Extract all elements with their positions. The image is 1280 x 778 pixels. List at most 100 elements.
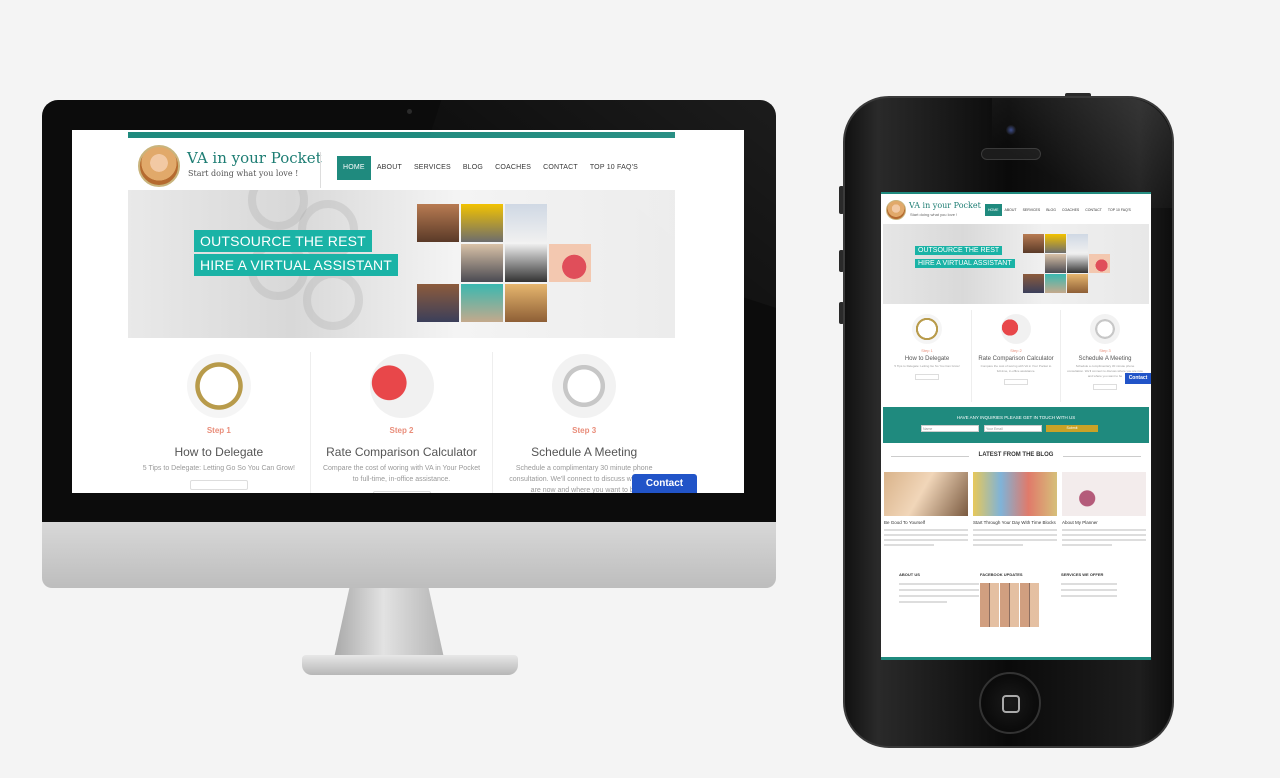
collage-photo: [461, 284, 503, 322]
nav-about[interactable]: ABOUT: [371, 156, 408, 180]
nav-faqs[interactable]: TOP 10 FAQ'S: [1105, 204, 1134, 216]
step-card-rate-calculator[interactable]: Step 2 Rate Comparison Calculator Compar…: [311, 352, 494, 493]
hero-banner: OUTSOURCE THE REST HIRE A VIRTUAL ASSIST…: [128, 190, 675, 338]
home-square-icon: [1002, 695, 1020, 713]
blog-post[interactable]: Be Good To Yourself: [884, 472, 968, 549]
photo-collage: [417, 204, 602, 324]
collage-photo: [1067, 254, 1088, 273]
footer-column-title: SERVICES WE OFFER: [1061, 572, 1104, 577]
step-title[interactable]: Schedule A Meeting: [493, 445, 675, 459]
photo-collage: [1023, 234, 1118, 299]
read-more-button[interactable]: [915, 374, 939, 380]
collage-photo: [1045, 234, 1066, 253]
site-tagline: Start doing what you love !: [910, 212, 958, 217]
step-card-schedule[interactable]: Step 3 Schedule A Meeting Schedule a com…: [493, 352, 675, 493]
step-card-delegate[interactable]: Step 1 How to Delegate 5 Tips to Delegat…: [883, 310, 972, 402]
monitor-chin: [42, 522, 776, 588]
blog-post-image[interactable]: [884, 472, 968, 516]
nav-blog[interactable]: BLOG: [457, 156, 489, 180]
nav-blog[interactable]: BLOG: [1043, 204, 1059, 216]
collage-photo: [461, 204, 503, 242]
nav-contact[interactable]: CONTACT: [537, 156, 584, 180]
collage-photo: [1023, 234, 1044, 253]
contact-tab-button[interactable]: Contact: [632, 474, 697, 493]
hero-background-shape: [303, 270, 363, 330]
collage-photo: [1089, 254, 1110, 273]
blog-post-excerpt: [884, 529, 968, 546]
site-tagline: Start doing what you love !: [188, 169, 299, 178]
divider: [1063, 456, 1141, 457]
step-title[interactable]: How to Delegate: [883, 356, 971, 362]
contact-tab-button[interactable]: Contact: [1125, 373, 1151, 384]
nav-about[interactable]: ABOUT: [1002, 204, 1020, 216]
read-more-button[interactable]: [1093, 384, 1117, 390]
inquiry-section: HAVE ANY INQUIRIES PLEASE GET IN TOUCH W…: [883, 407, 1149, 443]
blog-post-title[interactable]: Be Good To Yourself: [884, 520, 968, 525]
step-title[interactable]: Schedule A Meeting: [1061, 356, 1149, 362]
magnifier-icon: [912, 314, 942, 344]
collage-photo: [549, 244, 591, 282]
earpiece-speaker: [981, 148, 1041, 160]
bottom-accent-bar: [881, 657, 1151, 660]
monitor-stand-base: [302, 655, 518, 675]
footer-about: ABOUT US: [899, 572, 979, 603]
nav-services[interactable]: SERVICES: [1020, 204, 1044, 216]
desktop-screen: VA in your Pocket Start doing what you l…: [72, 130, 744, 493]
submit-button[interactable]: Submit: [1046, 425, 1098, 432]
hero-headline-2: HIRE A VIRTUAL ASSISTANT: [915, 259, 1015, 268]
step-title[interactable]: Rate Comparison Calculator: [311, 445, 493, 459]
inquiry-heading: HAVE ANY INQUIRIES PLEASE GET IN TOUCH W…: [956, 415, 1076, 420]
blog-post-image[interactable]: [1062, 472, 1146, 516]
header-divider: [320, 152, 321, 188]
blog-post-image[interactable]: [973, 472, 1057, 516]
monitor-stand: [334, 588, 444, 658]
read-more-button[interactable]: [189, 480, 248, 490]
step-card-rate-calculator[interactable]: Step 2 Rate Comparison Calculator Compar…: [972, 310, 1061, 402]
phone-mockup: VA in your Pocket Start doing what you l…: [843, 96, 1174, 748]
collage-photo: [1045, 274, 1066, 293]
email-field[interactable]: Your Email: [984, 425, 1042, 432]
nav-coaches[interactable]: COACHES: [1059, 204, 1082, 216]
step-number: Step 3: [1099, 348, 1111, 353]
site-logo[interactable]: VA in your Pocket: [909, 201, 981, 210]
step-number: Step 1: [921, 348, 933, 353]
steps-section: Step 1 How to Delegate 5 Tips to Delegat…: [883, 310, 1149, 402]
collage-photo: [461, 244, 503, 282]
hero-headline-1: OUTSOURCE THE REST: [194, 230, 372, 252]
blog-post-title[interactable]: Start Through Your Day With Time Blocks: [973, 520, 1057, 525]
avatar: [138, 145, 180, 187]
step-title[interactable]: Rate Comparison Calculator: [972, 356, 1060, 362]
name-field[interactable]: Name: [921, 425, 979, 432]
blog-post-excerpt: [1062, 529, 1146, 546]
read-more-button[interactable]: [372, 491, 431, 493]
site-footer: ABOUT US FACEBOOK UPDATES SERVICES WE OF…: [883, 572, 1149, 660]
top-accent-bar: [881, 192, 1151, 194]
nav-home[interactable]: HOME: [337, 156, 371, 180]
read-more-button[interactable]: [1004, 379, 1028, 385]
collage-photo: [417, 284, 459, 322]
facebook-fan-photos[interactable]: [980, 583, 1040, 627]
step-number: Step 3: [572, 426, 597, 435]
home-button[interactable]: [979, 672, 1041, 734]
nav-services[interactable]: SERVICES: [408, 156, 457, 180]
blog-post-excerpt: [973, 529, 1057, 546]
nav-coaches[interactable]: COACHES: [489, 156, 537, 180]
blog-post[interactable]: Start Through Your Day With Time Blocks: [973, 472, 1057, 549]
footer-column-title: ABOUT US: [899, 572, 920, 577]
step-title[interactable]: How to Delegate: [128, 445, 310, 459]
monitor-bezel: VA in your Pocket Start doing what you l…: [42, 100, 776, 522]
nav-faqs[interactable]: TOP 10 FAQ'S: [584, 156, 644, 180]
hero-headline-2: HIRE A VIRTUAL ASSISTANT: [194, 254, 399, 276]
collage-photo: [505, 284, 547, 322]
main-nav: HOME ABOUT SERVICES BLOG COACHES CONTACT…: [337, 156, 644, 180]
camera-icon: [407, 109, 412, 114]
step-card-delegate[interactable]: Step 1 How to Delegate 5 Tips to Delegat…: [128, 352, 311, 493]
nav-contact[interactable]: CONTACT: [1082, 204, 1105, 216]
nav-home[interactable]: HOME: [985, 204, 1002, 216]
site-logo[interactable]: VA in your Pocket: [187, 149, 322, 167]
blog-post-title[interactable]: About My Planner: [1062, 520, 1146, 525]
clock-icon: [552, 354, 617, 418]
blog-post[interactable]: About My Planner: [1062, 472, 1146, 549]
step-card-schedule[interactable]: Step 3 Schedule A Meeting Schedule a com…: [1061, 310, 1149, 402]
step-number: Step 2: [389, 426, 414, 435]
